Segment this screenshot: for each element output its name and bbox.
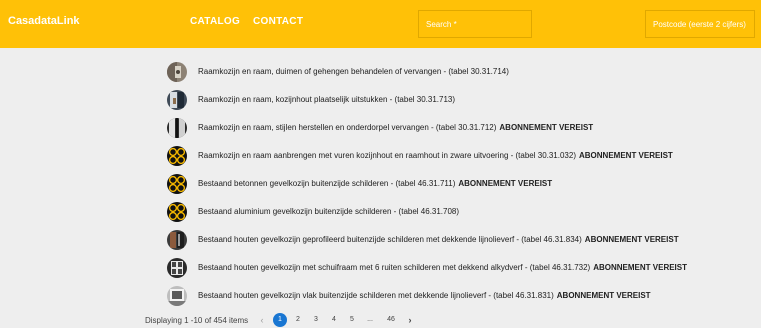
flat-frame-photo-icon xyxy=(167,286,187,306)
postcode-input[interactable] xyxy=(645,10,755,38)
item-title: Bestaand houten gevelkozijn met schuifra… xyxy=(198,263,591,272)
nav-catalog-link[interactable]: CATALOG xyxy=(190,16,240,27)
item-title: Raamkozijn en raam, duimen of gehengen b… xyxy=(198,67,509,76)
subscription-badge: ABONNEMENT VEREIST xyxy=(579,151,673,160)
sash-window-photo-icon xyxy=(167,258,187,278)
window-sill-photo-icon xyxy=(167,118,187,138)
page-button-1[interactable]: 1 xyxy=(273,313,287,327)
casadata-logo-icon xyxy=(167,174,187,194)
item-title: Raamkozijn en raam, kozijnhout plaatseli… xyxy=(198,95,456,104)
hinge-photo-icon xyxy=(167,62,187,82)
subscription-badge: ABONNEMENT VEREIST xyxy=(499,123,594,132)
item-title: Bestaand betonnen gevelkozijn buitenzijd… xyxy=(198,179,456,188)
next-page-button[interactable]: › xyxy=(403,313,417,327)
subscription-badge: ABONNEMENT VEREIST xyxy=(556,291,651,300)
page-button-3[interactable]: 3 xyxy=(309,313,323,327)
item-title: Raamkozijn en raam, stijlen herstellen e… xyxy=(198,123,497,132)
page-button-5[interactable]: 5 xyxy=(345,313,359,327)
page-ellipsis: ... xyxy=(367,316,373,323)
casadata-logo-icon xyxy=(167,202,187,222)
page-button-2[interactable]: 2 xyxy=(291,313,305,327)
page-button-46[interactable]: 46 xyxy=(384,313,398,327)
window-frame-photo-icon xyxy=(167,90,187,110)
nav-contact-link[interactable]: CONTACT xyxy=(253,16,303,27)
page-button-4[interactable]: 4 xyxy=(327,313,341,327)
prev-page-button[interactable]: ‹ xyxy=(255,313,269,327)
item-title: Raamkozijn en raam aanbrengen met vuren … xyxy=(198,151,576,160)
search-input[interactable] xyxy=(418,10,532,38)
brand-logo-link[interactable]: CasadataLink xyxy=(8,15,80,27)
casadata-logo-icon xyxy=(167,146,187,166)
item-title: Bestaand houten gevelkozijn geprofileerd… xyxy=(198,235,582,244)
subscription-badge: ABONNEMENT VEREIST xyxy=(458,179,553,188)
item-title: Bestaand aluminium gevelkozijn buitenzij… xyxy=(198,207,460,216)
pagination-info: Displaying 1 -10 of 454 items xyxy=(145,316,249,325)
subscription-badge: ABONNEMENT VEREIST xyxy=(584,235,679,244)
top-app-bar: CasadataLink CATALOG CONTACT xyxy=(0,0,761,48)
painted-frame-photo-icon xyxy=(167,230,187,250)
item-title: Bestaand houten gevelkozijn vlak buitenz… xyxy=(198,291,554,300)
subscription-badge: ABONNEMENT VEREIST xyxy=(593,263,688,272)
